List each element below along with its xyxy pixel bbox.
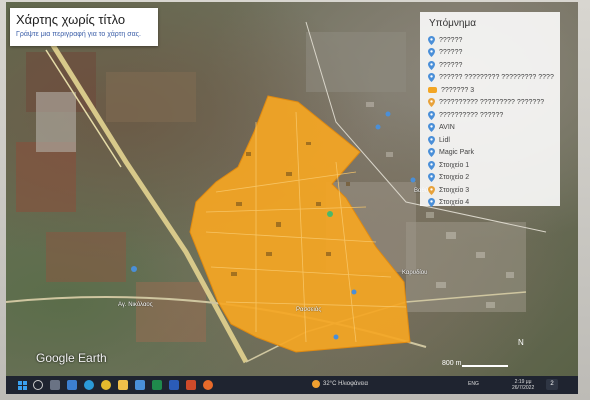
legend-list: ?????????????????? ?????? ????????? ?????… [428,34,554,209]
google-earth-logo: Google Earth [36,351,107,365]
legend-item[interactable]: ?????? [428,47,554,60]
legend-item[interactable]: Στοιχείο 1 [428,159,554,172]
map-title[interactable]: Χάρτης χωρίς τίτλο [16,12,125,27]
legend-item-label: ?????? [439,36,463,44]
map-pin-icon [428,148,435,158]
firefox-icon[interactable] [203,380,213,390]
map-title-card[interactable]: Χάρτης χωρίς τίτλο Γράψτε μια περιγραφή … [10,8,158,46]
legend-item-label: Στοιχείο 4 [439,199,470,207]
file-explorer-icon[interactable] [118,380,128,390]
map-pin-icon [428,35,435,45]
legend-item-label: ?????? [439,61,463,69]
polygon-icon [428,87,437,94]
weather-text: Ηλιοφάνεια [338,381,368,387]
legend-item[interactable]: ??????? 3 [428,84,554,97]
store-icon[interactable] [135,380,145,390]
legend-item-label: ?????? ????????? ????????? ???? [439,74,554,82]
legend-item-label: ??????? 3 [441,86,475,94]
taskbar: 32°C Ηλιοφάνεια ENG 2:19 μμ 26/7/2022 2 [6,376,578,394]
legend-item[interactable]: Στοιχείο 3 [428,184,554,197]
legend-panel: Υπόμνημα ?????????????????? ?????? ??????… [420,12,560,209]
scale-label: 800 m [442,360,462,367]
legend-item-label: AVIN [439,124,455,132]
legend-item[interactable]: Στοιχείο 4 [428,197,554,210]
legend-item[interactable]: ?????????? ?????? [428,109,554,122]
legend-item-label: Στοιχείο 1 [439,161,470,169]
legend-item-label: ?????????? ?????? [439,111,504,119]
legend-item-label: Στοιχείο 3 [439,186,470,194]
satellite-map[interactable]: Ρασσειάς Καρυδίου Βαθύ Αγ. Νικόλαος Χάρτ… [6,2,578,376]
notification-badge[interactable]: 2 [546,379,558,390]
map-pin-icon [428,98,435,108]
language-indicator[interactable]: ENG [468,381,479,387]
place-label: Καρυδίου [402,270,428,276]
windows-start-icon[interactable] [18,380,27,390]
map-pin-icon [428,173,435,183]
clock[interactable]: 2:19 μμ 26/7/2022 [512,379,534,391]
widgets-icon[interactable] [67,380,77,390]
map-pin-icon [428,198,435,208]
legend-item-label: ?????? [439,49,463,57]
north-arrow-icon[interactable]: N [518,338,524,347]
legend-item-label: Magic Park [439,149,475,157]
legend-item-label: Στοιχείο 2 [439,174,470,182]
powerpoint-icon[interactable] [186,380,196,390]
edge-icon[interactable] [84,380,94,390]
legend-item[interactable]: Στοιχείο 2 [428,172,554,185]
place-label: Ρασσειάς [296,307,322,313]
search-icon[interactable] [33,380,43,390]
legend-item-label: Lidl [439,136,450,144]
place-label: Αγ. Νικόλαος [118,302,153,308]
chrome-icon[interactable] [101,380,111,390]
map-pin-icon [428,160,435,170]
legend-item[interactable]: ?????????? ????????? ??????? [428,97,554,110]
legend-title: Υπόμνημα [429,18,476,29]
map-pin-icon [428,73,435,83]
sun-icon [312,380,320,388]
weather-widget[interactable]: 32°C Ηλιοφάνεια [312,380,368,388]
map-pin-icon [428,135,435,145]
word-icon[interactable] [169,380,179,390]
map-pin-icon [428,185,435,195]
map-description[interactable]: Γράψτε μια περιγραφή για το χάρτη σας. [16,31,141,38]
task-view-icon[interactable] [50,380,60,390]
map-pin-icon [428,60,435,70]
weather-temp: 32°C [323,381,337,387]
legend-item[interactable]: ?????? ????????? ????????? ???? [428,72,554,85]
excel-icon[interactable] [152,380,162,390]
legend-item[interactable]: Magic Park [428,147,554,160]
screen: Ρασσειάς Καρυδίου Βαθύ Αγ. Νικόλαος Χάρτ… [6,2,578,394]
legend-item[interactable]: ?????? [428,59,554,72]
clock-date: 26/7/2022 [512,385,535,391]
legend-item[interactable]: Lidl [428,134,554,147]
legend-item[interactable]: AVIN [428,122,554,135]
legend-item-label: ?????????? ????????? ??????? [439,99,545,107]
map-pin-icon [428,123,435,133]
map-pin-icon [428,48,435,58]
scale-bar [462,365,508,367]
map-pin-icon [428,110,435,120]
legend-item[interactable]: ?????? [428,34,554,47]
